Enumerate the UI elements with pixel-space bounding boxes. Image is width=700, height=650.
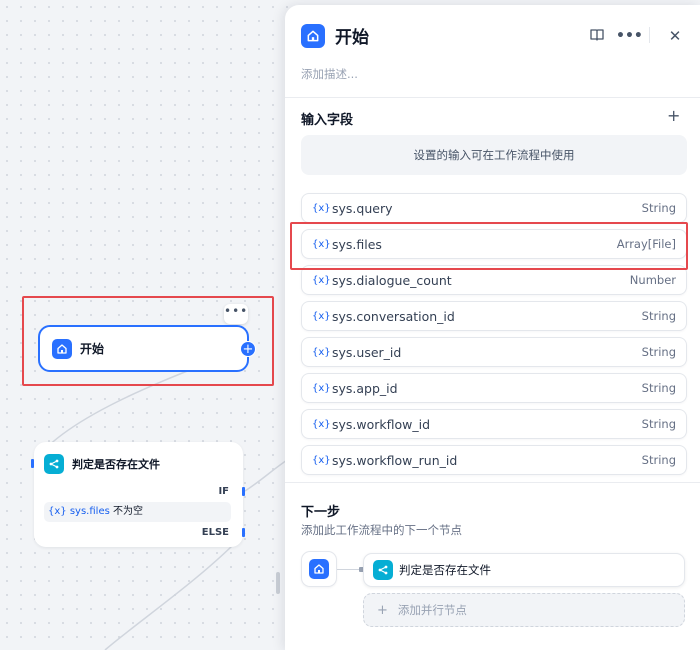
sys-files-highlight <box>290 222 688 270</box>
variable-icon: {x} <box>312 454 331 466</box>
else-output-handle[interactable] <box>242 528 245 537</box>
input-hint: 设置的输入可在工作流程中使用 <box>301 135 687 175</box>
header-divider <box>649 27 650 43</box>
field-row[interactable]: {x} sys.app_id String <box>301 373 687 403</box>
add-next-node-button[interactable]: + <box>240 341 256 357</box>
field-name: sys.workflow_run_id <box>332 452 458 468</box>
edge-if-out <box>244 457 290 492</box>
current-node-chip <box>301 551 337 587</box>
field-name: sys.app_id <box>332 380 398 396</box>
if-label: IF <box>218 486 229 497</box>
start-node-label: 开始 <box>80 342 105 356</box>
variable-icon: {x} <box>312 310 331 322</box>
variable-icon: {x} <box>312 418 331 430</box>
more-icon[interactable]: ••• <box>616 27 643 45</box>
next-step-description: 添加此工作流程中的下一个节点 <box>301 523 462 537</box>
variable-icon: {x} <box>312 202 331 214</box>
field-name: sys.workflow_id <box>332 416 431 432</box>
field-type: Number <box>629 273 676 287</box>
input-fields-title: 输入字段 <box>301 113 354 128</box>
add-field-button[interactable]: + <box>667 108 680 124</box>
ifelse-node[interactable]: 判定是否存在文件 IF {x} sys.files 不为空 ELSE <box>34 442 243 547</box>
canvas-scrollbar[interactable] <box>276 572 280 594</box>
close-icon[interactable]: ✕ <box>666 27 684 45</box>
panel-title[interactable]: 开始 <box>335 23 369 48</box>
book-icon[interactable] <box>588 27 606 45</box>
branch-icon <box>44 454 64 474</box>
variable-icon: {x} <box>312 274 331 286</box>
field-row[interactable]: {x} sys.conversation_id String <box>301 301 687 331</box>
field-type: String <box>641 201 676 215</box>
ifelse-node-title: 判定是否存在文件 <box>72 458 160 471</box>
next-node-item[interactable]: 判定是否存在文件 <box>363 553 685 587</box>
add-parallel-node-button[interactable]: + 添加并行节点 <box>363 593 685 627</box>
node-config-panel: 开始 ••• ✕ 添加描述... 输入字段 + 设置的输入可在工作流程中使用 {… <box>285 5 700 650</box>
field-type: String <box>641 345 676 359</box>
ifelse-input-handle[interactable] <box>31 459 34 468</box>
home-icon <box>52 338 72 359</box>
home-icon <box>309 559 329 579</box>
divider <box>285 482 700 483</box>
plus-icon: + <box>377 602 388 618</box>
variable-icon: {x} <box>48 506 67 517</box>
node-more-button[interactable]: ••• <box>224 304 248 324</box>
field-type: String <box>641 381 676 395</box>
else-label: ELSE <box>201 527 229 538</box>
field-type: String <box>641 417 676 431</box>
field-name: sys.user_id <box>332 344 402 360</box>
variable-icon: {x} <box>312 346 331 358</box>
home-icon <box>301 23 325 48</box>
condition-variable: sys.files <box>69 506 110 517</box>
branch-icon <box>373 560 393 580</box>
next-step-title: 下一步 <box>301 505 341 520</box>
field-type: String <box>641 309 676 323</box>
add-parallel-label: 添加并行节点 <box>397 603 467 617</box>
variable-icon: {x} <box>312 382 331 394</box>
field-row[interactable]: {x} sys.query String <box>301 193 687 223</box>
description-input[interactable]: 添加描述... <box>301 66 358 82</box>
condition-operator: 不为空 <box>113 506 143 517</box>
field-name: sys.dialogue_count <box>332 272 452 288</box>
field-type: String <box>641 453 676 467</box>
divider <box>285 97 700 98</box>
connector-line <box>337 569 361 570</box>
panel-header: 开始 <box>301 23 369 48</box>
start-node[interactable]: 开始 + <box>38 325 256 372</box>
condition-row: {x} sys.files 不为空 <box>44 502 231 522</box>
field-name: sys.conversation_id <box>332 308 455 324</box>
edge-else-out <box>104 532 246 650</box>
next-node-label: 判定是否存在文件 <box>399 563 491 577</box>
field-row[interactable]: {x} sys.workflow_id String <box>301 409 687 439</box>
field-row[interactable]: {x} sys.user_id String <box>301 337 687 367</box>
if-output-handle[interactable] <box>242 487 245 496</box>
field-name: sys.query <box>332 200 393 216</box>
workflow-canvas[interactable]: ••• 开始 + 判定是否存在文件 IF {x} sys.files 不为空 E… <box>0 0 290 650</box>
field-row[interactable]: {x} sys.workflow_run_id String <box>301 445 687 475</box>
